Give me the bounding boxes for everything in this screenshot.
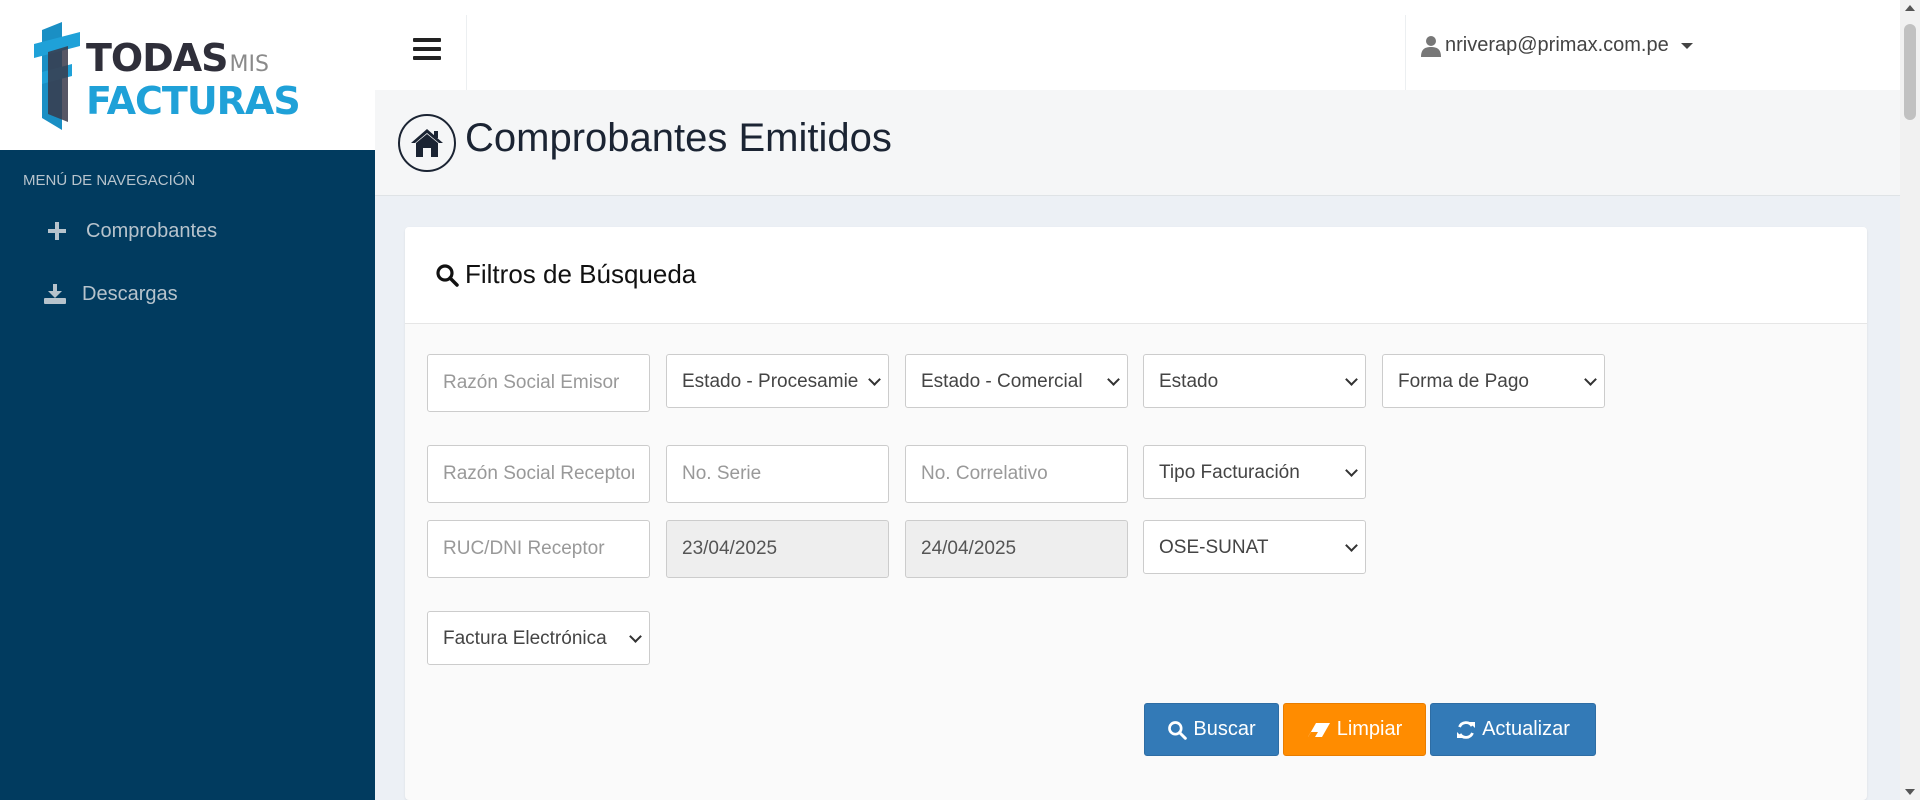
tipo-documento-select[interactable]: Factura Electrónica (427, 611, 650, 665)
buscar-button[interactable]: Buscar (1144, 703, 1279, 756)
estado-comercial-select[interactable]: Estado - Comercial (905, 354, 1128, 408)
eraser-icon (1307, 722, 1330, 737)
download-icon (44, 284, 66, 304)
topbar: nriverap@primax.com.pe (375, 0, 1900, 90)
sidebar-item-descargas[interactable]: Descargas (0, 276, 375, 312)
home-icon (411, 129, 443, 157)
fecha-desde-input[interactable] (666, 520, 889, 578)
no-serie-input[interactable] (666, 445, 889, 503)
estado-select[interactable]: Estado (1143, 354, 1366, 408)
tipo-facturacion-select[interactable]: Tipo Facturación (1143, 445, 1366, 499)
sidebar-item-comprobantes[interactable]: Comprobantes (0, 213, 375, 249)
divider (466, 15, 467, 90)
ruc-dni-receptor-input[interactable] (427, 520, 650, 578)
scroll-down-icon[interactable] (1905, 789, 1915, 795)
logo-f-icon (34, 22, 80, 130)
page-title: Comprobantes Emitidos (465, 116, 892, 160)
menu-toggle-icon[interactable] (413, 38, 441, 62)
user-email: nriverap@primax.com.pe (1445, 34, 1669, 56)
filters-card: Filtros de Búsqueda Estado - Procesamien… (405, 227, 1867, 800)
vertical-scrollbar[interactable] (1900, 0, 1920, 800)
sidebar-item-label: Comprobantes (86, 219, 218, 242)
search-icon (436, 263, 459, 287)
razon-social-emisor-input[interactable] (427, 354, 650, 412)
plus-icon (46, 222, 68, 240)
razon-social-receptor-input[interactable] (427, 445, 650, 503)
limpiar-button[interactable]: Limpiar (1283, 703, 1426, 756)
forma-pago-select[interactable]: Forma de Pago (1382, 354, 1605, 408)
card-title: Filtros de Búsqueda (435, 259, 696, 290)
scroll-thumb[interactable] (1904, 24, 1916, 120)
nav-header: MENÚ DE NAVEGACIÓN (23, 172, 196, 189)
user-icon (1421, 35, 1441, 57)
actualizar-button[interactable]: Actualizar (1430, 703, 1596, 756)
divider (1405, 15, 1406, 90)
search-icon (1168, 720, 1188, 740)
home-button[interactable] (398, 114, 456, 172)
refresh-icon (1457, 720, 1476, 739)
chevron-down-icon (1680, 42, 1693, 49)
sidebar-item-label: Descargas (82, 282, 178, 305)
page-header: Comprobantes Emitidos (375, 90, 1900, 196)
ose-sunat-select[interactable]: OSE-SUNAT (1143, 520, 1366, 574)
card-header: Filtros de Búsqueda (405, 227, 1867, 324)
sidebar: TODASMIS FACTURAS MENÚ DE NAVEGACIÓN Com… (0, 0, 375, 800)
logo-text: TODASMIS FACTURAS (86, 36, 301, 123)
fecha-hasta-input[interactable] (905, 520, 1128, 578)
estado-procesamiento-select[interactable]: Estado - Procesamiento (666, 354, 889, 408)
scroll-up-icon[interactable] (1905, 5, 1915, 11)
logo[interactable]: TODASMIS FACTURAS (0, 0, 375, 150)
no-correlativo-input[interactable] (905, 445, 1128, 503)
user-menu[interactable]: nriverap@primax.com.pe (1420, 34, 1693, 57)
